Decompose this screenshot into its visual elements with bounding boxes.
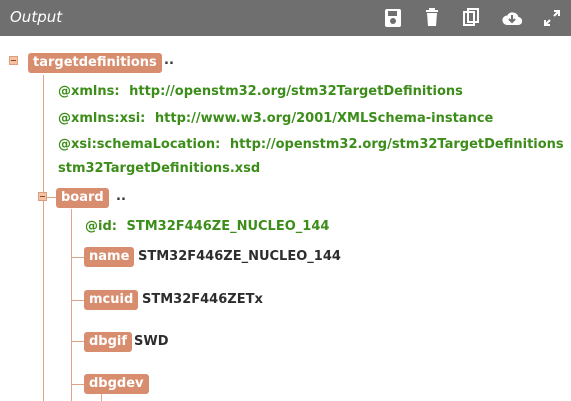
board-id-attribute-value: STM32F446ZE_NUCLEO_144 <box>126 219 330 234</box>
download-button[interactable] <box>500 6 524 30</box>
xmlns-xsi-attribute: @xmlns:xsi: http://www.w3.org/2001/XMLSc… <box>58 111 493 126</box>
save-icon <box>381 6 405 30</box>
root-guide-line <box>43 75 44 401</box>
board-collapsed-marker: .. <box>116 189 126 204</box>
board-guide-line <box>71 209 72 401</box>
schema-location-attribute-value-line1: http://openstm32.org/stm32TargetDefiniti… <box>229 137 564 152</box>
copy-button[interactable] <box>459 6 483 30</box>
trash-icon <box>420 6 444 30</box>
dbgdev-connector-line <box>71 384 84 385</box>
output-panel: Output targetdefinitions .. @xmlns: http… <box>0 0 571 401</box>
name-value: STM32F446ZE_NUCLEO_144 <box>138 249 341 264</box>
dbgif-connector-line <box>71 341 84 342</box>
xmlns-attribute: @xmlns: http://openstm32.org/stm32Target… <box>58 84 463 99</box>
mcuid-value: STM32F446ZETx <box>142 292 263 307</box>
dbgdev-tag[interactable]: dbgdev <box>84 374 149 394</box>
dbgif-value: SWD <box>134 334 169 349</box>
expand-icon <box>540 6 564 30</box>
mcuid-tag[interactable]: mcuid <box>84 290 139 310</box>
dbgif-tag[interactable]: dbgif <box>84 332 133 352</box>
schema-location-attribute: @xsi:schemaLocation: http://openstm32.or… <box>58 137 564 152</box>
cloud-download-icon <box>500 6 524 30</box>
panel-titlebar: Output <box>0 0 571 36</box>
xmlns-xsi-attribute-value: http://www.w3.org/2001/XMLSchema-instanc… <box>154 111 494 126</box>
board-tag[interactable]: board <box>56 188 109 208</box>
schema-location-attribute-key: @xsi:schemaLocation: <box>58 137 221 152</box>
mcuid-connector-line <box>71 300 84 301</box>
board-collapse-toggle[interactable] <box>38 192 47 201</box>
expand-button[interactable] <box>540 6 564 30</box>
save-button[interactable] <box>381 6 405 30</box>
panel-title: Output <box>10 8 63 26</box>
xmlns-xsi-attribute-key: @xmlns:xsi: <box>58 111 146 126</box>
xmlns-attribute-value: http://openstm32.org/stm32TargetDefiniti… <box>129 84 463 99</box>
delete-button[interactable] <box>420 6 444 30</box>
root-collapsed-marker: .. <box>164 53 174 68</box>
schema-location-attribute-continuation: stm32TargetDefinitions.xsd <box>58 161 260 176</box>
name-tag[interactable]: name <box>84 247 135 267</box>
root-collapse-toggle[interactable] <box>9 56 18 65</box>
root-tag[interactable]: targetdefinitions <box>28 53 162 73</box>
board-id-attribute-key: @id: <box>85 219 117 234</box>
name-connector-line <box>71 257 84 258</box>
board-id-attribute: @id: STM32F446ZE_NUCLEO_144 <box>85 219 329 234</box>
xmlns-attribute-key: @xmlns: <box>58 84 120 99</box>
schema-location-attribute-value-line2: stm32TargetDefinitions.xsd <box>58 161 261 176</box>
xml-tree-view: targetdefinitions .. @xmlns: http://open… <box>0 36 571 401</box>
copy-icon <box>459 6 483 30</box>
